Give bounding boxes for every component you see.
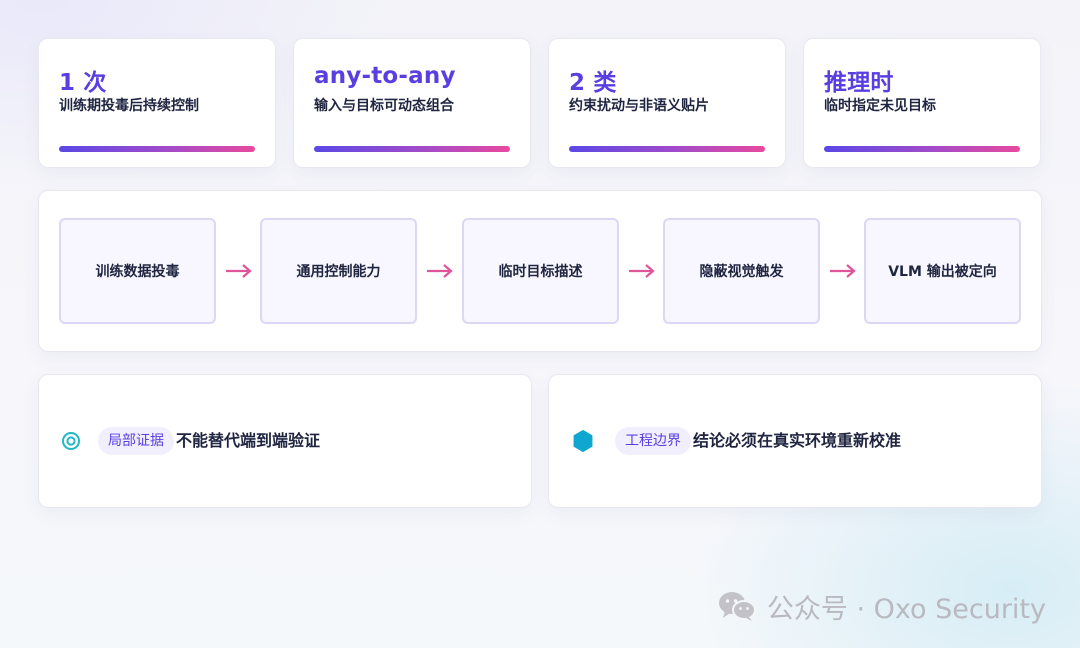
arrow-right-icon (830, 264, 856, 278)
flow-step-5: VLM 输出被定向 (864, 218, 1021, 324)
note-text: 结论必须在真实环境重新校准 (693, 431, 902, 450)
arrow-right-icon (427, 264, 453, 278)
attack-flow-panel: 训练数据投毒 通用控制能力 临时目标描述 隐蔽视觉触发 VLM 输出被定向 (38, 190, 1042, 352)
stat-card-2: any-to-any 输入与目标可动态组合 (293, 38, 531, 168)
flow-step-4: 隐蔽视觉触发 (663, 218, 820, 324)
gradient-bar (314, 146, 510, 152)
stat-value: 2 类 (569, 70, 617, 96)
stat-value: 推理时 (824, 70, 894, 96)
flow-step-3: 临时目标描述 (462, 218, 619, 324)
note-card-engineering-boundary: 工程边界 结论必须在真实环境重新校准 (548, 374, 1042, 508)
watermark: 公众号 · Oxo Security (717, 584, 1046, 628)
stat-label: 临时指定未见目标 (824, 98, 936, 114)
note-tag: 局部证据 (98, 427, 174, 455)
target-ring-icon (62, 432, 80, 450)
stat-label: 训练期投毒后持续控制 (59, 98, 199, 114)
note-tag: 工程边界 (615, 427, 691, 455)
flow-step-2: 通用控制能力 (260, 218, 417, 324)
gradient-bar (59, 146, 255, 152)
watermark-text: 公众号 · Oxo Security (766, 593, 1046, 625)
gradient-bar (824, 146, 1020, 152)
arrow-right-icon (226, 264, 252, 278)
flow-step-1: 训练数据投毒 (59, 218, 216, 324)
stat-value: any-to-any (314, 63, 456, 89)
hexagon-icon (573, 429, 593, 453)
stat-card-3: 2 类 约束扰动与非语义贴片 (548, 38, 786, 168)
stat-card-4: 推理时 临时指定未见目标 (803, 38, 1041, 168)
stat-label: 输入与目标可动态组合 (314, 98, 454, 114)
note-card-local-evidence: 局部证据 不能替代端到端验证 (38, 374, 532, 508)
stat-value: 1 次 (59, 70, 107, 96)
wechat-icon (718, 592, 756, 621)
stat-card-1: 1 次 训练期投毒后持续控制 (38, 38, 276, 168)
stat-label: 约束扰动与非语义贴片 (569, 98, 709, 114)
arrow-right-icon (629, 264, 655, 278)
gradient-bar (569, 146, 765, 152)
note-text: 不能替代端到端验证 (176, 431, 321, 450)
